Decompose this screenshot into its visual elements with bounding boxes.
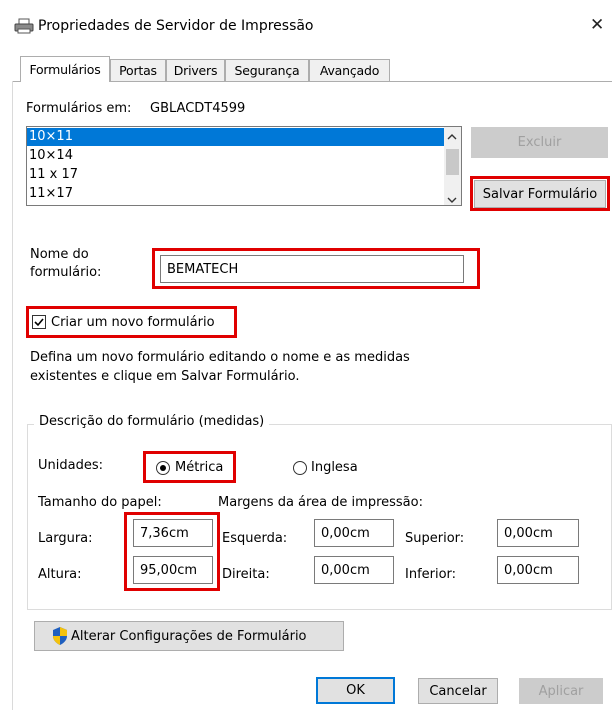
save-form-button[interactable]: Salvar Formulário: [474, 180, 606, 208]
list-item[interactable]: 10×14: [27, 147, 445, 165]
bottom-margin-label: Inferior:: [405, 567, 457, 582]
right-margin-label: Direita:: [222, 567, 270, 582]
list-item[interactable]: 10×11: [27, 128, 445, 146]
list-item[interactable]: 11 x 17: [27, 166, 445, 184]
width-value: 7,36cm: [140, 525, 189, 541]
list-scrollbar[interactable]: [444, 127, 461, 205]
units-label: Unidades:: [38, 458, 103, 473]
forms-on-label: Formulários em:: [26, 101, 132, 116]
ok-button[interactable]: OK: [316, 677, 395, 704]
form-name-input[interactable]: BEMATECH: [160, 255, 464, 283]
description-legend: Descrição do formulário (medidas): [34, 414, 270, 429]
create-new-checkbox[interactable]: [32, 315, 46, 329]
apply-button[interactable]: Aplicar: [519, 678, 603, 704]
hint-line1: Defina um novo formulário editando o nom…: [30, 350, 410, 365]
title-bar: Propriedades de Servidor de Impressão ✕: [0, 0, 612, 50]
metric-radio[interactable]: [156, 461, 170, 475]
shield-icon: [51, 626, 69, 646]
top-margin-value: 0,00cm: [504, 525, 553, 541]
tab-avancado[interactable]: Avançado: [309, 59, 390, 81]
right-margin-value: 0,00cm: [321, 562, 370, 578]
width-label: Largura:: [38, 531, 93, 546]
tab-label: Formulários: [29, 62, 101, 77]
forms-listbox[interactable]: 10×11 10×14 11 x 17 11×17: [26, 126, 462, 206]
create-new-label[interactable]: Criar um novo formulário: [51, 315, 215, 330]
hint-line2: existentes e clique em Salvar Formulário…: [30, 369, 300, 384]
width-input[interactable]: 7,36cm: [133, 519, 213, 547]
right-margin-input[interactable]: 0,00cm: [314, 556, 394, 584]
scroll-down-icon[interactable]: [447, 193, 457, 205]
form-name-value: BEMATECH: [167, 261, 239, 277]
close-icon[interactable]: ✕: [590, 15, 604, 35]
bottom-margin-value: 0,00cm: [504, 562, 553, 578]
form-name-label-line2: formulário:: [30, 265, 102, 280]
english-label[interactable]: Inglesa: [311, 460, 358, 475]
tab-label: Portas: [119, 63, 157, 78]
radio-dot: [160, 465, 166, 471]
window-title: Propriedades de Servidor de Impressão: [38, 18, 314, 34]
paper-size-label: Tamanho do papel:: [38, 495, 162, 510]
tab-portas[interactable]: Portas: [110, 59, 166, 81]
tab-label: Drivers: [173, 63, 218, 78]
tab-seguranca[interactable]: Segurança: [225, 59, 309, 81]
height-label: Altura:: [38, 567, 82, 582]
pane-border: [12, 81, 13, 710]
tab-formularios[interactable]: Formulários: [20, 56, 110, 82]
metric-label[interactable]: Métrica: [175, 460, 223, 475]
left-margin-input[interactable]: 0,00cm: [314, 519, 394, 547]
server-name: GBLACDT4599: [150, 101, 246, 116]
tab-label: Avançado: [319, 63, 380, 78]
bottom-margin-input[interactable]: 0,00cm: [497, 556, 579, 584]
left-margin-label: Esquerda:: [222, 531, 288, 546]
form-name-label-line1: Nome do: [30, 247, 89, 262]
top-margin-label: Superior:: [405, 531, 465, 546]
change-settings-button[interactable]: Alterar Configurações de Formulário: [34, 621, 344, 651]
change-settings-label: Alterar Configurações de Formulário: [71, 628, 307, 644]
scroll-up-icon[interactable]: [447, 130, 457, 145]
height-input[interactable]: 95,00cm: [133, 556, 213, 584]
tab-drivers[interactable]: Drivers: [166, 59, 225, 81]
printer-icon: [14, 18, 34, 34]
tab-label: Segurança: [234, 63, 300, 78]
english-radio[interactable]: [293, 461, 307, 475]
scroll-thumb[interactable]: [446, 149, 459, 175]
height-value: 95,00cm: [140, 562, 198, 578]
top-margin-input[interactable]: 0,00cm: [497, 519, 579, 547]
delete-button[interactable]: Excluir: [471, 127, 608, 158]
left-margin-value: 0,00cm: [321, 525, 370, 541]
cancel-button[interactable]: Cancelar: [418, 678, 498, 704]
margins-label: Margens da área de impressão:: [218, 495, 423, 510]
list-item[interactable]: 11×17: [27, 185, 445, 203]
